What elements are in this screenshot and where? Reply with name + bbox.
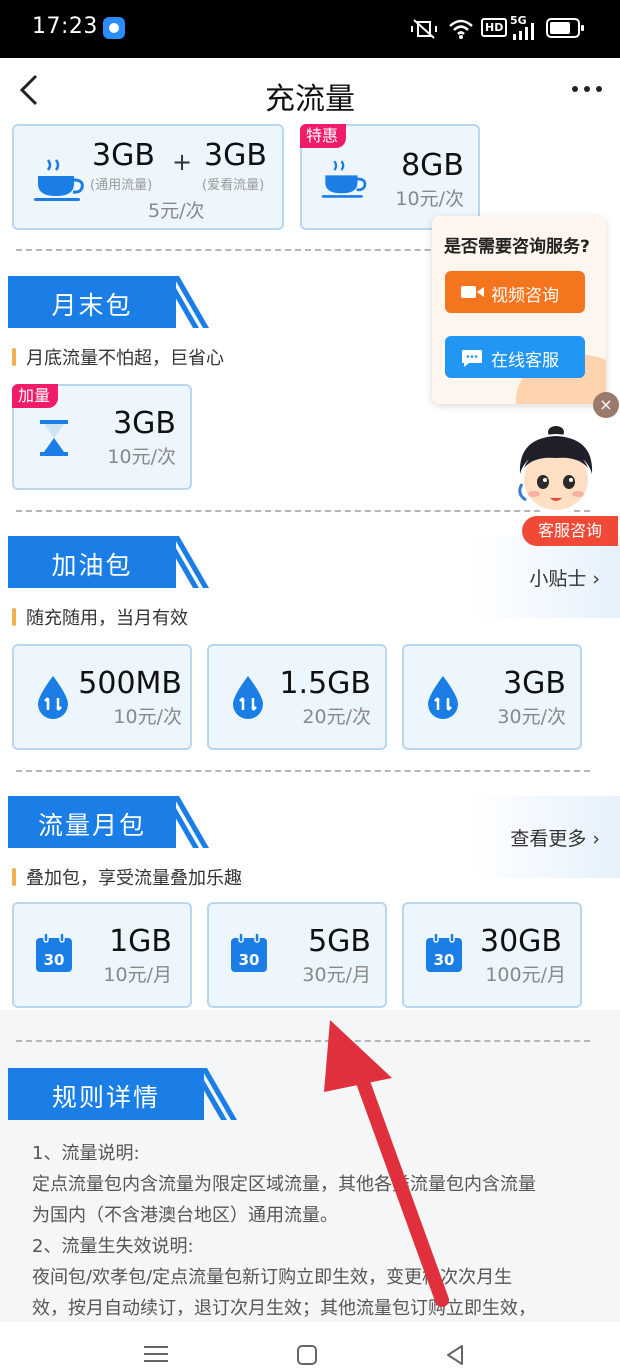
rules-line: 定点流量包内含流量为限定区域流量，其他各类流量包内含流量 xyxy=(32,1174,536,1195)
plan-price: 20元/次 xyxy=(302,706,371,728)
section-title-label: 加油包 xyxy=(51,551,133,580)
signal-icon xyxy=(513,23,534,40)
data-drop-icon xyxy=(233,676,263,719)
plan-sub-a: (通用流量) xyxy=(90,178,153,193)
video-consult-label: 视频咨询 xyxy=(491,286,559,306)
plan-card-3gb-plus-3gb[interactable]: 3GB + 3GB (通用流量) (爱看流量) 5元/次 xyxy=(12,124,284,230)
plan-card-5gb-monthly[interactable]: 30 5GB 30元/月 xyxy=(207,902,387,1008)
online-service-label: 在线客服 xyxy=(491,351,559,371)
calendar-icon: 30 xyxy=(36,932,72,972)
plan-card-500mb[interactable]: 500MB 10元/次 xyxy=(12,644,192,750)
plan-amount: 3GB xyxy=(113,406,176,441)
video-camera-icon xyxy=(461,286,484,298)
plan-amount: 30GB xyxy=(479,924,562,959)
coffee-cup-icon xyxy=(34,159,84,201)
menu-icon[interactable] xyxy=(144,1344,168,1364)
section-title-month-end: 月末包 xyxy=(8,276,210,328)
rules-line: 为国内（不含港澳台地区）通用流量。 xyxy=(32,1205,338,1226)
plan-amount: 500MB xyxy=(78,666,182,701)
rules-line: 1、流量说明: xyxy=(32,1143,140,1164)
plan-price: 5元/次 xyxy=(148,200,205,222)
view-more-link[interactable]: 查看更多 › xyxy=(510,824,600,851)
battery-icon xyxy=(546,18,584,38)
section-divider xyxy=(16,770,590,772)
plan-card-3gb[interactable]: 3GB 30元/次 xyxy=(402,644,582,750)
plan-sub-b: (爱看流量) xyxy=(202,178,265,193)
plan-amount: 1GB xyxy=(109,924,172,959)
tips-link-label: 小贴士 xyxy=(529,568,587,590)
consult-service-popup: 是否需要咨询服务? 视频咨询 在线客服 xyxy=(432,216,606,404)
calendar-number: 30 xyxy=(434,951,455,969)
wifi-icon xyxy=(449,19,473,39)
plan-amount: 3GB xyxy=(503,666,566,701)
plan-card-8gb[interactable]: 特惠 8GB 10元/次 xyxy=(300,124,480,230)
plus-sign: + xyxy=(172,148,193,176)
status-bar: 17:23 HD 5G xyxy=(0,0,620,58)
app-notification-icon xyxy=(103,17,125,39)
rules-line: 夜间包/欢孝包/定点流量包新订购立即生效，变更档次次月生 xyxy=(32,1267,513,1288)
back-triangle-icon[interactable] xyxy=(444,1344,466,1366)
plan-price: 10元/月 xyxy=(103,964,172,986)
data-drop-icon xyxy=(38,676,68,719)
video-consult-button[interactable]: 视频咨询 xyxy=(445,271,585,313)
plan-price: 10元/次 xyxy=(395,188,464,210)
chevron-right-icon: › xyxy=(592,568,600,590)
customer-service-avatar[interactable]: 客服咨询 xyxy=(498,424,620,554)
rules-text: 1、流量说明: 定点流量包内含流量为限定区域流量，其他各类流量包内含流量 为国内… xyxy=(32,1138,592,1322)
tips-link[interactable]: 小贴士 › xyxy=(529,564,600,591)
plan-card-1-5gb[interactable]: 1.5GB 20元/次 xyxy=(207,644,387,750)
rules-line: 2、流量生失效说明: xyxy=(32,1236,194,1257)
close-popup-icon[interactable]: × xyxy=(593,392,619,418)
section-title-rules: 规则详情 xyxy=(8,1068,238,1120)
mute-vibrate-icon xyxy=(411,19,437,39)
agent-avatar-icon xyxy=(516,426,596,514)
online-service-button[interactable]: 在线客服 xyxy=(445,336,585,378)
plan-amount: 8GB xyxy=(401,148,464,183)
plan-card-month-end-3gb[interactable]: 加量 3GB 10元/次 xyxy=(12,384,192,490)
special-offer-tag: 特惠 xyxy=(300,124,347,148)
plan-amount: 5GB xyxy=(308,924,371,959)
section-subtitle: 随充随用，当月有效 xyxy=(12,604,188,630)
consult-question: 是否需要咨询服务? xyxy=(444,237,590,257)
calendar-number: 30 xyxy=(44,951,65,969)
more-options-icon[interactable] xyxy=(572,80,602,96)
plan-price: 10元/次 xyxy=(107,446,176,468)
page-title: 充流量 xyxy=(265,82,355,117)
top-nav-bar: 充流量 xyxy=(0,58,620,124)
status-time: 17:23 xyxy=(32,14,98,39)
calendar-icon: 30 xyxy=(231,932,267,972)
section-title-label: 流量月包 xyxy=(37,811,146,840)
avatar-caption: 客服咨询 xyxy=(522,516,618,546)
plan-price: 30元/月 xyxy=(302,964,371,986)
plan-amount-a: 3GB xyxy=(92,138,155,173)
section-subtitle: 叠加包，享受流量叠加乐趣 xyxy=(12,864,242,890)
plan-amount-b: 3GB xyxy=(204,138,267,173)
section-title-monthly: 流量月包 xyxy=(8,796,210,848)
section-title-refuel: 加油包 xyxy=(8,536,210,588)
plan-card-1gb-monthly[interactable]: 30 1GB 10元/月 xyxy=(12,902,192,1008)
system-nav-bar xyxy=(0,1322,620,1368)
plan-amount: 1.5GB xyxy=(279,666,371,701)
coffee-cup-icon xyxy=(321,160,367,198)
calendar-number: 30 xyxy=(239,951,260,969)
calendar-icon: 30 xyxy=(426,932,462,972)
home-icon[interactable] xyxy=(296,1344,318,1366)
section-subtitle: 月底流量不怕超，巨省心 xyxy=(12,344,224,370)
extra-data-tag: 加量 xyxy=(12,384,59,408)
hd-badge: HD xyxy=(481,18,508,37)
view-more-label: 查看更多 xyxy=(510,828,587,850)
plan-price: 10元/次 xyxy=(113,706,182,728)
section-title-label: 规则详情 xyxy=(51,1083,160,1112)
plan-price: 30元/次 xyxy=(497,706,566,728)
plan-price: 100元/月 xyxy=(485,964,566,986)
chat-bubble-icon xyxy=(462,350,482,367)
section-divider xyxy=(16,1040,590,1042)
plan-card-30gb-monthly[interactable]: 30 30GB 100元/月 xyxy=(402,902,582,1008)
hourglass-icon xyxy=(40,420,68,456)
data-drop-icon xyxy=(428,676,458,719)
chevron-right-icon: › xyxy=(592,828,600,850)
rules-line: 效，按月自动续订，退订次月生效；其他流量包订购立即生效， xyxy=(32,1298,536,1319)
section-title-label: 月末包 xyxy=(51,291,133,320)
